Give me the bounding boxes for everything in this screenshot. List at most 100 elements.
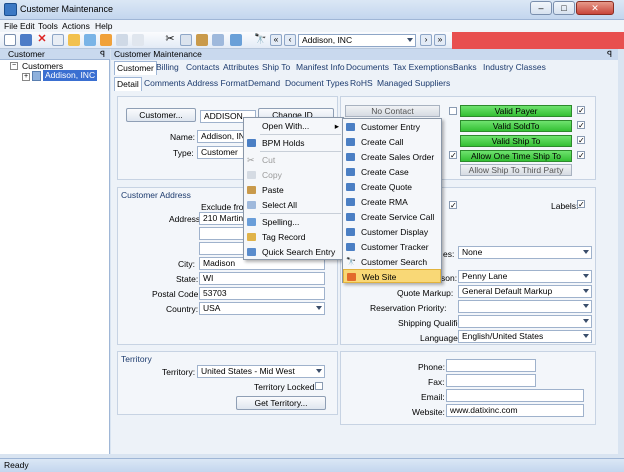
menu-file[interactable]: File — [4, 20, 18, 32]
submenu-customer-entry[interactable]: Customer Entry — [343, 120, 441, 134]
valid-payer-check[interactable]: ✓ — [577, 106, 585, 115]
attach-icon[interactable] — [100, 34, 112, 46]
name-field[interactable]: Addison, INC — [197, 130, 247, 143]
binoculars-icon[interactable]: 🔭 — [254, 34, 266, 46]
shipping-qualifier-select[interactable] — [458, 315, 592, 328]
folder-icon[interactable] — [68, 34, 80, 46]
menu-copy[interactable]: Copy — [244, 168, 343, 182]
menu-help[interactable]: Help — [95, 20, 112, 32]
tab-contacts[interactable]: Contacts — [186, 61, 220, 74]
menu-cut[interactable]: ✂ Cut — [244, 153, 343, 167]
pin-icon[interactable]: ꟼ — [607, 49, 612, 60]
clear-icon[interactable] — [52, 34, 64, 46]
valid-shipto-button[interactable]: Valid Ship To — [460, 135, 572, 147]
record-selector[interactable]: Addison, INC — [298, 34, 416, 47]
address-line2-field[interactable] — [199, 227, 246, 240]
email-field[interactable] — [446, 389, 584, 402]
allow-one-time-check[interactable]: ✓ — [577, 151, 585, 160]
cut-icon[interactable]: ✂ — [164, 34, 176, 46]
menu-bpm-holds[interactable]: BPM Holds — [244, 136, 343, 150]
allow-one-time-shipto-button[interactable]: Allow One Time Ship To — [460, 150, 572, 162]
language-select[interactable]: English/United States — [458, 330, 592, 343]
menu-tools[interactable]: Tools — [38, 20, 58, 32]
salesperson-select[interactable]: Penny Lane — [458, 270, 592, 283]
exclude-check[interactable]: ✓ — [449, 201, 457, 210]
layout-icon[interactable] — [212, 34, 224, 46]
postal-code-field[interactable]: 53703 — [199, 287, 325, 300]
submenu-customer-tracker[interactable]: Customer Tracker — [343, 240, 441, 254]
pin-icon[interactable]: ꟼ — [100, 49, 105, 60]
tab-demand[interactable]: Demand — [248, 77, 280, 90]
submenu-create-rma[interactable]: Create RMA — [343, 195, 441, 209]
allow-third-party-button[interactable]: Allow Ship To Third Party — [460, 164, 572, 176]
address-line1-field[interactable]: 210 Martin L — [199, 212, 246, 225]
tab-documents[interactable]: Documents — [346, 61, 389, 74]
menu-select-all[interactable]: Select All — [244, 198, 343, 212]
tree-node-addison[interactable]: Addison, INC — [43, 70, 98, 81]
submenu-create-case[interactable]: Create Case — [343, 165, 441, 179]
submenu-customer-search[interactable]: 🔭 Customer Search — [343, 255, 441, 269]
menu-edit[interactable]: Edit — [20, 20, 35, 32]
valid-shipto-check[interactable]: ✓ — [577, 136, 585, 145]
previous-record-icon[interactable]: ‹ — [284, 34, 296, 46]
copy-icon[interactable] — [180, 34, 192, 46]
refresh-data-icon[interactable] — [230, 34, 242, 46]
tab-rohs[interactable]: RoHS — [350, 77, 373, 90]
collapse-icon[interactable]: − — [10, 62, 18, 70]
labels-check[interactable]: ✓ — [577, 200, 585, 209]
get-territory-button[interactable]: Get Territory... — [236, 396, 326, 410]
reservation-select[interactable]: None — [458, 246, 592, 259]
last-record-icon[interactable]: » — [434, 34, 446, 46]
save-icon[interactable] — [20, 34, 32, 46]
address-line3-field[interactable] — [199, 242, 246, 255]
menu-quick-search-entry[interactable]: Quick Search Entry — [244, 245, 343, 259]
submenu-web-site[interactable]: Web Site — [343, 269, 441, 283]
valid-soldto-button[interactable]: Valid SoldTo — [460, 120, 572, 132]
no-contact-button[interactable]: No Contact — [345, 105, 440, 117]
valid-soldto-check[interactable]: ✓ — [577, 121, 585, 130]
menu-spelling[interactable]: Spelling... — [244, 215, 343, 229]
tab-address-format[interactable]: Address Format — [187, 77, 247, 90]
refresh-icon[interactable] — [84, 34, 96, 46]
checkbox-1[interactable] — [449, 107, 457, 115]
tab-managed-suppliers[interactable]: Managed Suppliers — [377, 77, 450, 90]
tab-ship-to[interactable]: Ship To — [262, 61, 290, 74]
valid-payer-button[interactable]: Valid Payer — [460, 105, 572, 117]
reservation-priority-select[interactable] — [458, 300, 592, 313]
edit-icon[interactable] — [132, 34, 144, 46]
tab-billing[interactable]: Billing — [156, 61, 179, 74]
one-time-check[interactable]: ✓ — [449, 151, 457, 160]
type-field[interactable]: Customer — [197, 146, 247, 159]
country-select[interactable]: USA — [199, 302, 325, 315]
first-record-icon[interactable]: « — [270, 34, 282, 46]
tab-manifest-info[interactable]: Manifest Info — [296, 61, 345, 74]
territory-locked-check[interactable] — [315, 382, 323, 390]
customer-button[interactable]: Customer... — [126, 108, 196, 122]
tab-banks[interactable]: Banks — [453, 61, 477, 74]
tab-detail[interactable]: Detail — [114, 77, 142, 91]
fax-field[interactable] — [446, 374, 536, 387]
menu-open-with[interactable]: Open With... ▸ — [244, 119, 343, 133]
territory-select[interactable]: United States - Mid West — [197, 365, 325, 378]
website-field[interactable]: www.datixinc.com — [446, 404, 584, 417]
tab-attributes[interactable]: Attributes — [223, 61, 259, 74]
submenu-create-quote[interactable]: Create Quote — [343, 180, 441, 194]
quote-markup-select[interactable]: General Default Markup — [458, 285, 592, 298]
tab-document-types[interactable]: Document Types — [285, 77, 349, 90]
tab-tax-exemptions[interactable]: Tax Exemptions — [393, 61, 453, 74]
menu-paste[interactable]: Paste — [244, 183, 343, 197]
new-icon[interactable] — [4, 34, 16, 46]
submenu-create-call[interactable]: Create Call — [343, 135, 441, 149]
submenu-create-service-call[interactable]: Create Service Call — [343, 210, 441, 224]
delete-icon[interactable]: ✕ — [36, 34, 48, 46]
print-icon[interactable] — [116, 34, 128, 46]
tab-customer[interactable]: Customer — [114, 61, 157, 75]
submenu-create-sales-order[interactable]: Create Sales Order — [343, 150, 441, 164]
expand-icon[interactable]: + — [22, 73, 30, 81]
paste-icon[interactable] — [196, 34, 208, 46]
next-record-icon[interactable]: › — [420, 34, 432, 46]
phone-field[interactable] — [446, 359, 536, 372]
tab-industry-classes[interactable]: Industry Classes — [483, 61, 546, 74]
submenu-customer-display[interactable]: Customer Display — [343, 225, 441, 239]
menu-actions[interactable]: Actions — [62, 20, 90, 32]
